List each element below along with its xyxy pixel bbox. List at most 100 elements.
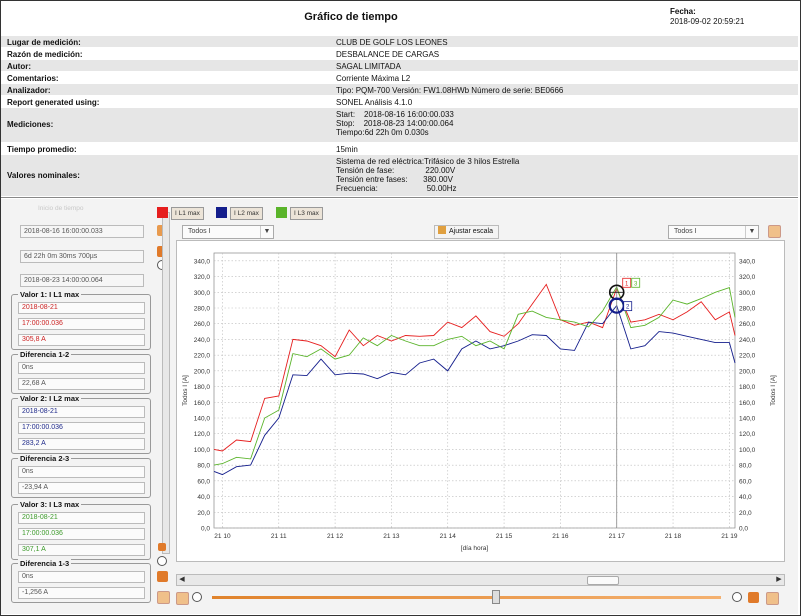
y-tick-label-right: 120,0	[739, 431, 756, 438]
edit-icon[interactable]	[748, 592, 759, 603]
y-tick-label-left: 240,0	[194, 337, 211, 344]
scroll-marker-icon	[158, 543, 166, 551]
y-tick-label-right: 100,0	[739, 447, 756, 454]
value-panel: Diferencia 1-3 0ns -1,256 A	[11, 559, 151, 603]
x-tick-label: 21 18	[665, 533, 682, 540]
y-axis-label-right: Todos I [A]	[770, 375, 777, 406]
y-tick-label-left: 60,0	[197, 478, 210, 485]
panel-field[interactable]: 22,68 A	[18, 378, 145, 390]
y-axis-label-left: Todos I [A]	[182, 375, 189, 406]
report-row: Lugar de medición: CLUB DE GOLF LOS LEONE…	[1, 36, 798, 48]
panel-field[interactable]: 0ns	[18, 466, 145, 478]
y-tick-label-right: 240,0	[739, 337, 756, 344]
scroll-right-icon[interactable]: ▶	[774, 575, 784, 585]
end-time-field[interactable]: 2018-08-23 14:00:00.064	[20, 274, 144, 287]
y-tick-label-left: 340,0	[194, 258, 211, 265]
y-tick-label-left: 120,0	[194, 431, 211, 438]
legend-label[interactable]: I L2 max	[230, 207, 263, 220]
panel-field[interactable]: -1,256 A	[18, 587, 145, 599]
y-tick-label-left: 280,0	[194, 306, 211, 313]
y-tick-label-right: 20,0	[739, 510, 752, 517]
legend-label[interactable]: I L1 max	[171, 207, 204, 220]
y-tick-label-left: 0,0	[201, 526, 210, 533]
panel-field[interactable]: 2018-08-21	[18, 302, 145, 314]
report-value: Start: 2018-08-16 16:00:00.033	[336, 109, 454, 119]
y-tick-label-right: 300,0	[739, 290, 756, 297]
edit-icon[interactable]	[157, 571, 168, 582]
panel-field[interactable]: -23,94 A	[18, 482, 145, 494]
panel-field[interactable]: 2018-08-21	[18, 406, 145, 418]
zoom-fit-icon[interactable]	[176, 592, 189, 605]
report-value: Tipo: PQM-700 Versión: FW1.08HWb Número …	[336, 85, 564, 95]
panel-field[interactable]: 307,1 A	[18, 544, 145, 556]
time-span-field[interactable]: 6d 22h 0m 30ms 700µs	[20, 250, 144, 263]
zoom-fit-icon[interactable]	[766, 592, 779, 605]
horizontal-scrollbar[interactable]: ◀ ▶	[176, 574, 785, 586]
report-value: DESBALANCE DE CARGAS	[336, 49, 440, 59]
panel-field[interactable]: 17:00:00.036	[18, 528, 145, 540]
report-header: Gráfico de tiempo Fecha: 2018-09-02 20:5…	[1, 1, 800, 32]
chart-svg[interactable]: 0,0 0,0 20,0 20,0 40,0 40,0 60,0 60,0 80,0 80,0 10…	[177, 241, 784, 561]
panel-field[interactable]: 0ns	[18, 362, 145, 374]
zoom-fit-icon[interactable]	[768, 225, 781, 238]
y-tick-label-left: 80,0	[197, 463, 210, 470]
time-chart[interactable]: 0,0 0,0 20,0 20,0 40,0 40,0 60,0 60,0 80,0 80,0 10…	[176, 240, 785, 562]
report-key: Valores nominales:	[7, 170, 80, 180]
panel-field[interactable]: 17:00:00.036	[18, 318, 145, 330]
y-tick-label-left: 180,0	[194, 384, 211, 391]
panel-field[interactable]: 283,2 A	[18, 438, 145, 450]
panel-field[interactable]: 305,8 A	[18, 334, 145, 346]
scroll-left-icon[interactable]: ◀	[177, 575, 187, 585]
report-value: Sistema de red eléctrica:Trifásico de 3 …	[336, 156, 520, 166]
legend-swatch[interactable]	[216, 207, 227, 218]
y-tick-label-left: 320,0	[194, 274, 211, 281]
x-tick-label: 21 13	[383, 533, 400, 540]
panel-field[interactable]: 2018-08-21	[18, 512, 145, 524]
panel-title: Valor 2: I L2 max	[18, 394, 82, 403]
right-axis-select[interactable]: Todos I ▼	[668, 225, 759, 239]
report-key: Mediciones:	[7, 120, 54, 129]
y-tick-label-right: 80,0	[739, 463, 752, 470]
chevron-down-icon: ▼	[260, 226, 273, 238]
legend-label[interactable]: I L3 max	[290, 207, 323, 220]
y-tick-label-left: 140,0	[194, 416, 211, 423]
zoom-in-icon[interactable]	[732, 592, 742, 602]
date-label: Fecha:	[670, 7, 696, 16]
zoom-in-icon[interactable]	[157, 556, 167, 566]
panel-title: Valor 1: I L1 max	[18, 290, 82, 299]
report-row: Analizador: Tipo: PQM-700 Versión: FW1.08…	[1, 84, 798, 96]
legend-swatch[interactable]	[276, 207, 287, 218]
y-tick-label-left: 40,0	[197, 494, 210, 501]
report-row: Autor: SAGAL LIMITADA	[1, 60, 798, 72]
zoom-out-icon[interactable]	[192, 592, 202, 602]
start-time-label: Inicio de tiempo	[38, 205, 84, 212]
y-tick-label-right: 0,0	[739, 526, 748, 533]
y-tick-label-right: 40,0	[739, 494, 752, 501]
left-axis-select[interactable]: Todos I ▼	[182, 225, 274, 239]
report-key: Report generated using:	[7, 97, 100, 107]
panel-title: Diferencia 2-3	[18, 454, 72, 463]
panel-title: Valor 3: I L3 max	[18, 500, 82, 509]
divider	[1, 197, 798, 198]
report-table: Lugar de medición: CLUB DE GOLF LOS LEONE…	[1, 36, 798, 197]
vertical-scrollbar[interactable]	[162, 212, 170, 554]
report-key: Comentarios:	[7, 73, 59, 83]
report-value: CLUB DE GOLF LOS LEONES	[336, 37, 448, 47]
panel-field[interactable]: 17:00:00.036	[18, 422, 145, 434]
y-tick-label-right: 140,0	[739, 416, 756, 423]
legend-swatch[interactable]	[157, 207, 168, 218]
left-select-value: Todos I	[188, 228, 211, 235]
panel-field[interactable]: 0ns	[18, 571, 145, 583]
zoom-slider-handle[interactable]	[492, 590, 500, 604]
adjust-scale-button[interactable]: Ajustar escala	[434, 225, 499, 239]
x-tick-label: 21 19	[721, 533, 738, 540]
zoom-fit-icon[interactable]	[157, 591, 170, 604]
scroll-thumb[interactable]	[587, 576, 619, 585]
report-key: Razón de medición:	[7, 49, 83, 59]
start-time-field[interactable]: 2018-08-16 16:00:00.033	[20, 225, 144, 238]
zoom-slider-track[interactable]	[212, 596, 721, 599]
y-tick-label-right: 220,0	[739, 353, 756, 360]
report-value: 15min	[336, 144, 358, 154]
x-tick-label: 21 11	[271, 533, 287, 540]
report-row: Razón de medición: DESBALANCE DE CARGAS	[1, 48, 798, 60]
